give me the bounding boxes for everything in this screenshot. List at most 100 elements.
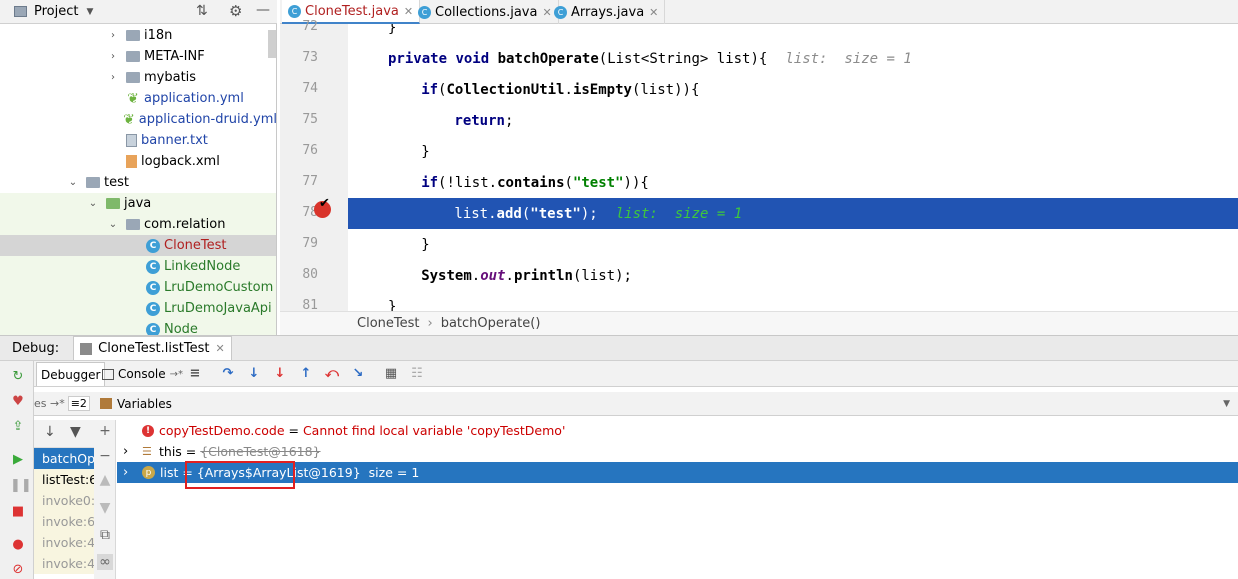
code-line[interactable]: } [348,229,1238,260]
breadcrumb-class[interactable]: CloneTest [357,316,419,331]
code-line[interactable]: } [348,136,1238,167]
collapse-all-icon[interactable]: ⇅ [196,3,208,19]
copy-icon[interactable]: ⧉ [97,527,113,543]
tree-item[interactable]: C CloneTest [0,235,276,256]
pause-icon[interactable]: ❚❚ [10,478,32,494]
frames-list[interactable]: batchOpelistTest:6invoke0:invoke:6invoke… [34,448,94,579]
stack-frame[interactable]: invoke:6 [34,511,94,532]
field-icon: ☰ [142,445,152,458]
tree-arrow-icon[interactable]: ⌄ [88,198,98,209]
tree-arrow-icon[interactable]: › [108,72,118,83]
variables-list[interactable]: ! copyTestDemo.code = Cannot find local v… [117,420,1238,579]
code-line[interactable]: private void batchOperate(List<String> l… [348,43,1238,74]
variable-equals: = [284,423,303,438]
add-watch-icon[interactable]: + [97,423,113,439]
hide-panel-icon[interactable]: — [256,2,270,18]
arrow-down-icon[interactable]: ↓ [44,424,56,440]
gear-icon[interactable]: ⚙ [229,2,242,20]
breadcrumb-separator: › [427,316,433,331]
line-number: 80 [302,267,318,282]
rerun-icon[interactable]: ↻ [10,369,26,385]
move-up-icon[interactable]: ▲ [97,472,113,488]
update-icon[interactable]: ⇪ [10,419,26,435]
tree-item[interactable]: logback.xml [0,151,276,172]
close-icon[interactable]: ✕ [649,6,658,19]
code-line[interactable]: if(!list.contains("test")){ [348,167,1238,198]
code-editor[interactable]: } private void batchOperate(List<String> … [348,24,1238,311]
frames-threads-label[interactable]: es →* [34,397,65,410]
resume-icon[interactable]: ▶ [10,452,26,468]
tree-arrow-icon[interactable]: ⌄ [108,219,118,230]
tree-item[interactable]: ⌄ test [0,172,276,193]
tree-item-label: logback.xml [141,154,220,169]
tree-item[interactable]: C LruDemoJavaApi [0,298,276,319]
run-to-cursor-icon[interactable]: ↘ [350,366,366,382]
tab-collections-java[interactable]: C Collections.java ✕ [412,0,559,24]
tab-arrays-java[interactable]: C Arrays.java ✕ [548,0,666,24]
step-over-icon[interactable]: ↷ [220,366,236,382]
tab-debugger[interactable]: Debugger [36,362,106,386]
tree-item[interactable]: C LruDemoCustom [0,277,276,298]
breadcrumb-method[interactable]: batchOperate() [441,316,541,331]
tree-item[interactable]: C LinkedNode [0,256,276,277]
code-line[interactable]: list.add("test"); list: size = 1 [348,198,1238,229]
code-line[interactable]: return; [348,105,1238,136]
move-down-icon[interactable]: ▼ [97,500,113,516]
tree-item[interactable]: ❦ application.yml [0,88,276,109]
step-into-icon[interactable]: ↓ [246,366,262,382]
evaluate-expression-icon[interactable]: ▦ [383,366,399,382]
close-icon[interactable]: ✕ [215,342,224,355]
tree-item[interactable]: banner.txt [0,130,276,151]
editor-gutter[interactable]: 72 73 74 75 76 77 78 79 80 81 [280,19,348,313]
stack-frame[interactable]: invoke0: [34,490,94,511]
force-step-into-icon[interactable]: ↓ [272,366,288,382]
trace-icon[interactable]: ☷ [409,366,425,382]
chevron-down-icon[interactable]: ▼ [86,7,93,17]
code-text: } [388,24,397,36]
project-view-icon [14,6,27,17]
project-tree[interactable]: › i18n › META-INF › mybatis ❦ application.yml ❦ a… [0,24,277,335]
code-line[interactable]: } [348,24,1238,43]
filter-icon[interactable]: ▼ [70,424,81,440]
stack-frame[interactable]: invoke:4 [34,553,94,574]
expand-arrow-icon[interactable]: › [123,465,135,480]
tree-item[interactable]: ⌄ com.relation [0,214,276,235]
variable-row[interactable]: › ☰ this = {CloneTest@1618} [117,441,1238,462]
tree-arrow-icon[interactable]: › [108,51,118,62]
stack-frame[interactable]: listTest:6 [34,469,94,490]
tree-item-label: Node [164,322,198,335]
show-execution-point-icon[interactable]: ≡ [187,366,203,382]
stack-frame[interactable]: invoke:4 [34,532,94,553]
variable-row[interactable]: ! copyTestDemo.code = Cannot find local v… [117,420,1238,441]
debug-session-tab[interactable]: CloneTest.listTest ✕ [73,336,232,360]
code-line[interactable]: if(CollectionUtil.isEmpty(list)){ [348,74,1238,105]
expand-arrow-icon[interactable]: › [123,444,135,459]
folder-icon [126,72,140,83]
tab-console[interactable]: Console →* [98,362,187,386]
tree-arrow-icon[interactable]: ⌄ [68,177,78,188]
tree-item[interactable]: ❦ application-druid.yml [0,109,276,130]
code-line[interactable]: System.out.println(list); [348,260,1238,291]
tree-arrow-icon[interactable]: › [108,30,118,41]
tree-item-label: application.yml [144,91,244,106]
stop-icon[interactable]: ■ [10,504,26,520]
frames-count[interactable]: ≡2 [67,396,90,411]
tree-item[interactable]: › mybatis [0,67,276,88]
tree-item[interactable]: › META-INF [0,46,276,67]
variables-dropdown-icon[interactable]: ▼ [1223,399,1230,409]
tree-item[interactable]: C Node [0,319,276,335]
project-title[interactable]: Project [34,4,78,19]
code-line[interactable]: } [348,291,1238,312]
tree-item[interactable]: ⌄ java [0,193,276,214]
remove-watch-icon[interactable]: − [97,448,113,464]
view-breakpoints-icon[interactable]: ● [10,537,26,553]
show-watches-icon[interactable]: ∞ [97,554,113,570]
drop-frame-icon[interactable]: ⤺ [324,366,340,382]
debug-session-label: CloneTest.listTest [98,341,210,356]
stack-frame[interactable]: batchOpe [34,448,94,469]
tree-scrollbar[interactable] [268,30,276,58]
tree-item[interactable]: › i18n [0,25,276,46]
step-out-icon[interactable]: ↑ [298,366,314,382]
mute-breakpoints-icon[interactable]: ⊘ [10,562,26,578]
restore-layout-icon[interactable]: ♥ [10,394,26,410]
